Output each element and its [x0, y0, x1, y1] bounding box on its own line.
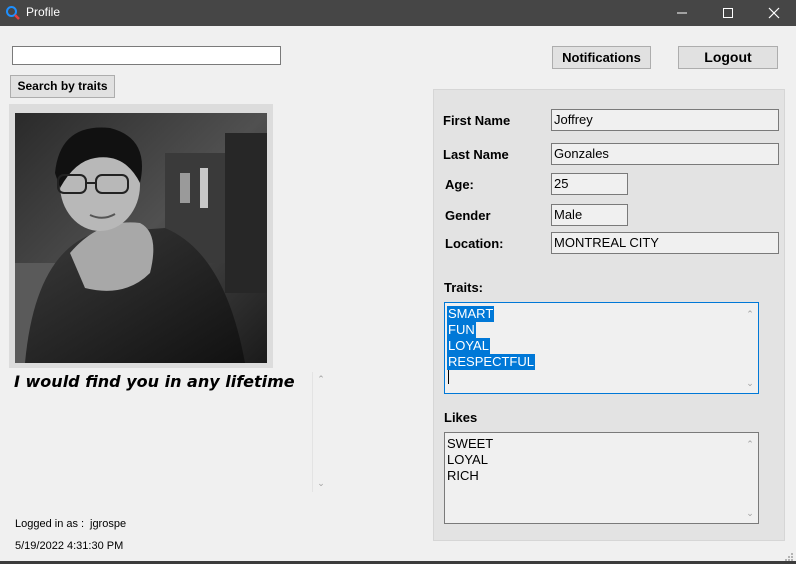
likes-textbox[interactable]: SWEET LOYAL RICH ⌃ ⌄ — [444, 432, 759, 524]
gender-label: Gender — [445, 208, 491, 223]
window-title: Profile — [26, 5, 61, 19]
first-name-field[interactable]: Joffrey — [551, 109, 779, 131]
title-bar: Profile — [0, 0, 796, 26]
like-item: SWEET — [447, 436, 494, 451]
traits-scrollbar[interactable]: ⌃ ⌄ — [742, 303, 758, 393]
minimize-button[interactable] — [659, 0, 705, 26]
bio-scrollbar[interactable]: ⌃ ⌄ — [312, 372, 329, 492]
scroll-down-icon[interactable]: ⌄ — [745, 375, 755, 391]
profile-photo-frame — [9, 104, 273, 368]
maximize-icon — [723, 8, 733, 18]
like-item: LOYAL — [447, 452, 488, 467]
location-label: Location: — [445, 236, 504, 251]
notifications-button[interactable]: Notifications — [552, 46, 651, 69]
scroll-up-icon[interactable]: ⌃ — [316, 374, 326, 384]
location-field[interactable]: MONTREAL CITY — [551, 232, 779, 254]
profile-photo — [15, 113, 267, 363]
scroll-down-icon[interactable]: ⌄ — [745, 505, 755, 521]
text-caret — [448, 370, 449, 384]
age-field[interactable]: 25 — [551, 173, 628, 195]
trait-item: LOYAL — [447, 338, 490, 354]
last-name-label: Last Name — [443, 147, 509, 162]
search-input[interactable] — [12, 46, 281, 65]
search-by-traits-button[interactable]: Search by traits — [10, 75, 115, 98]
scroll-down-icon[interactable]: ⌄ — [316, 478, 326, 488]
likes-scrollbar[interactable]: ⌃ ⌄ — [742, 433, 758, 523]
timestamp: 5/19/2022 4:31:30 PM — [15, 540, 124, 552]
traits-textbox[interactable]: SMART FUN LOYAL RESPECTFUL ⌃ ⌄ — [444, 302, 759, 394]
first-name-label: First Name — [443, 113, 511, 128]
age-label: Age: — [445, 177, 474, 192]
trait-item: RESPECTFUL — [447, 354, 535, 370]
minimize-icon — [677, 12, 687, 14]
search-app-icon — [5, 5, 21, 21]
trait-item: SMART — [447, 306, 495, 322]
bio-text: I would find you in any lifetime — [14, 372, 295, 391]
username: jgrospe — [90, 518, 127, 530]
traits-label: Traits: — [444, 280, 484, 295]
scroll-up-icon[interactable]: ⌃ — [745, 306, 755, 322]
logout-button[interactable]: Logout — [678, 46, 778, 69]
close-button[interactable] — [751, 0, 796, 26]
profile-panel: First Name Joffrey Last Name Gonzales Ag… — [433, 89, 785, 541]
maximize-button[interactable] — [705, 0, 751, 26]
likes-label: Likes — [444, 410, 478, 425]
last-name-field[interactable]: Gonzales — [551, 143, 779, 165]
logged-in-label: Logged in as : — [15, 518, 85, 530]
like-item: RICH — [447, 468, 479, 483]
scroll-up-icon[interactable]: ⌃ — [745, 436, 755, 452]
trait-item: FUN — [447, 322, 476, 338]
gender-field[interactable]: Male — [551, 204, 628, 226]
close-icon — [768, 7, 780, 19]
